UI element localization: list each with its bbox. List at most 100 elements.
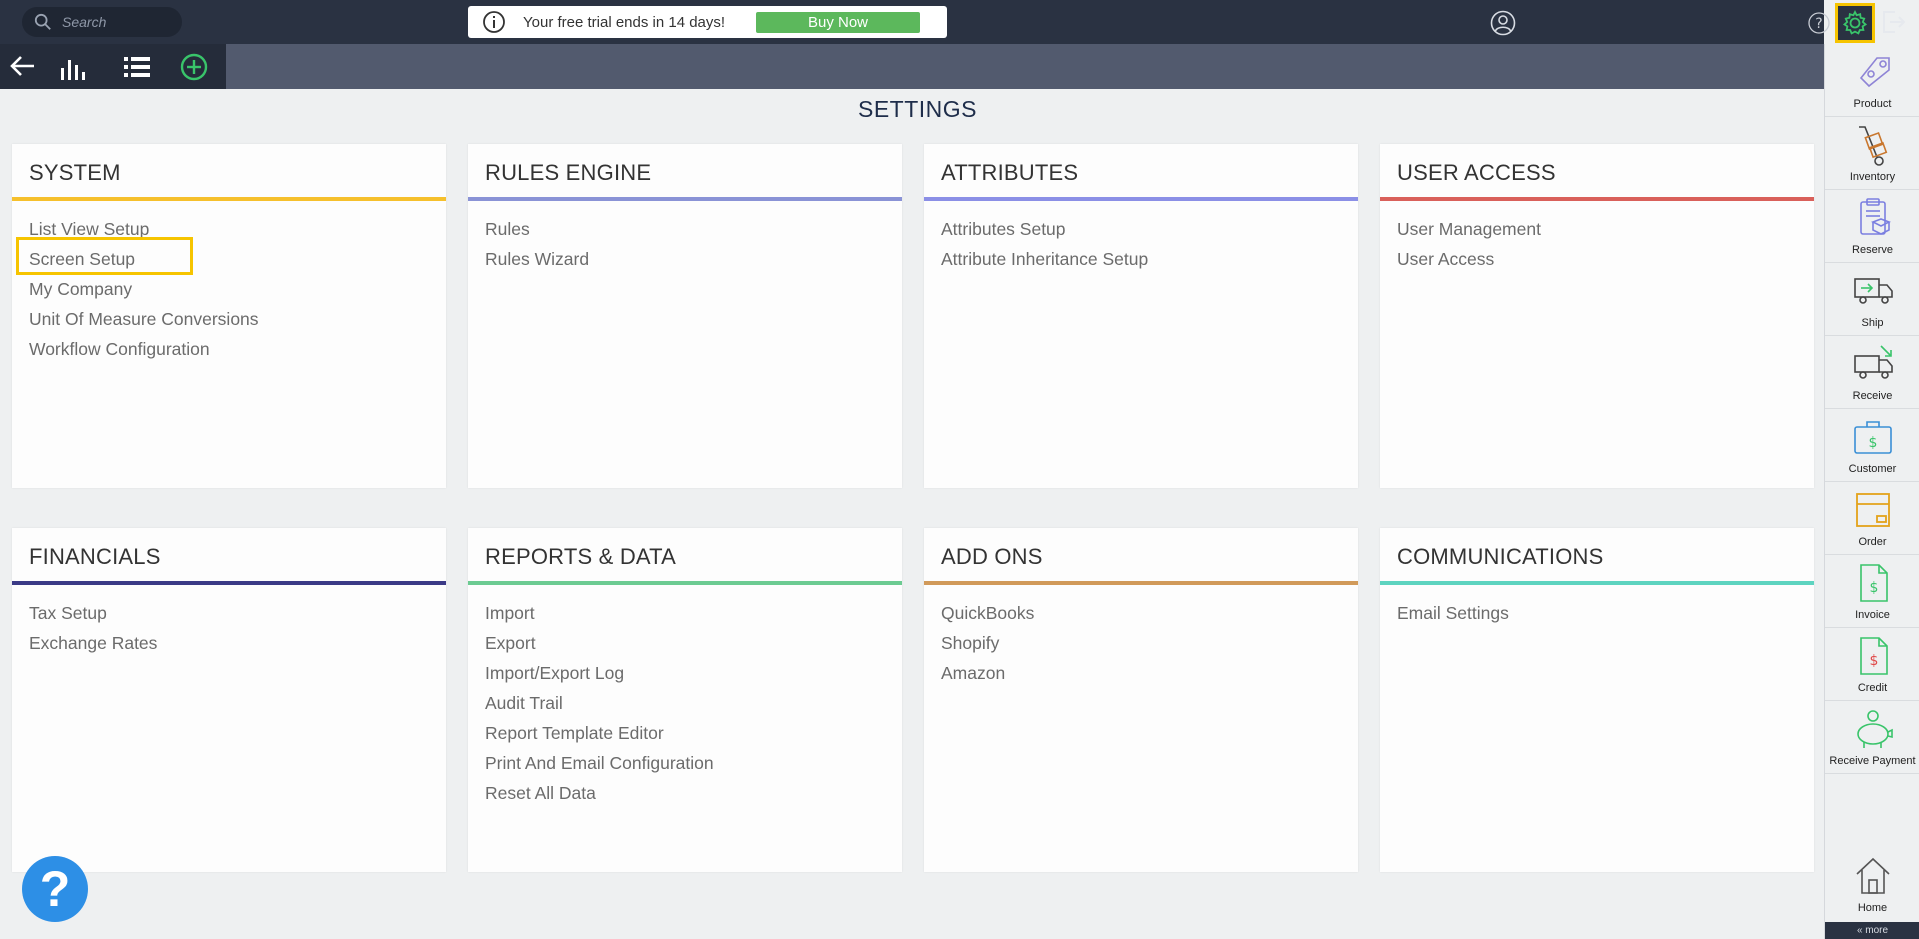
toolbar-actions — [0, 44, 226, 89]
trial-text: Your free trial ends in 14 days! — [523, 13, 726, 31]
sidebar-item-credit[interactable]: $ Credit — [1825, 628, 1919, 701]
settings-card: REPORTS & DATA Import Export Import/Export … — [468, 528, 902, 872]
hand-truck-icon — [1859, 126, 1888, 166]
card-divider — [12, 197, 446, 201]
home-icon — [1856, 857, 1890, 894]
settings-link[interactable]: User Access — [1397, 244, 1541, 274]
search-input[interactable] — [62, 14, 172, 30]
card-divider — [924, 581, 1358, 585]
settings-link[interactable]: Workflow Configuration — [29, 334, 259, 364]
settings-link[interactable]: Amazon — [941, 658, 1034, 688]
sidebar-item-label: Invoice — [1855, 609, 1890, 621]
settings-link[interactable]: Print And Email Configuration — [485, 748, 714, 778]
settings-link[interactable]: Import/Export Log — [485, 658, 714, 688]
sidebar-item-ship[interactable]: Ship — [1825, 263, 1919, 336]
invoice-icon: $ — [1860, 564, 1888, 602]
sidebar-item-product[interactable]: Product — [1825, 44, 1919, 117]
bar-chart-icon[interactable] — [58, 52, 88, 82]
sidebar-item-label: Inventory — [1849, 171, 1896, 183]
card-title: ADD ONS — [941, 544, 1043, 569]
card-title: COMMUNICATIONS — [1397, 544, 1604, 569]
gear-icon — [1842, 9, 1868, 35]
add-circle-icon[interactable] — [179, 52, 209, 82]
sidebar-item-invoice[interactable]: $ Invoice — [1825, 555, 1919, 628]
logout-icon[interactable] — [1881, 10, 1907, 34]
search-box[interactable] — [22, 7, 182, 37]
settings-link[interactable]: Export — [485, 628, 714, 658]
sidebar-item-customer[interactable]: $ Customer — [1825, 409, 1919, 482]
settings-link[interactable]: Shopify — [941, 628, 1034, 658]
settings-link[interactable]: Tax Setup — [29, 598, 157, 628]
card-link-list: QuickBooks Shopify Amazon — [941, 598, 1034, 688]
sidebar-item-label: Credit — [1857, 682, 1888, 694]
card-divider — [1380, 197, 1814, 201]
product-tag-icon — [1859, 57, 1890, 88]
settings-link[interactable]: Email Settings — [1397, 598, 1509, 628]
settings-link[interactable]: Rules Wizard — [485, 244, 589, 274]
truck-in-icon — [1854, 345, 1893, 379]
page-title: SETTINGS — [857, 96, 977, 122]
settings-link[interactable]: Audit Trail — [485, 688, 714, 718]
sidebar-item-label: Home — [1857, 902, 1888, 914]
settings-card: USER ACCESS User Management User Access — [1380, 144, 1814, 488]
box-icon — [1856, 493, 1890, 527]
sidebar-item-inventory[interactable]: Inventory — [1825, 117, 1919, 190]
sub-toolbar — [0, 44, 1824, 89]
card-divider — [468, 197, 902, 201]
user-profile-icon[interactable] — [1490, 10, 1516, 36]
settings-link[interactable]: My Company — [29, 274, 259, 304]
settings-link[interactable]: QuickBooks — [941, 598, 1034, 628]
card-link-list: Attributes Setup Attribute Inheritance Se… — [941, 214, 1148, 274]
settings-link[interactable]: Attributes Setup — [941, 214, 1148, 244]
sidebar-item-label: Reserve — [1852, 244, 1893, 256]
settings-button[interactable] — [1835, 3, 1875, 43]
more-link[interactable]: « more — [1825, 922, 1919, 939]
card-title: REPORTS & DATA — [485, 544, 677, 569]
sidebar-item-label: Receive Payment — [1829, 755, 1916, 767]
list-view-icon[interactable] — [122, 52, 152, 82]
card-link-list: Tax Setup Exchange Rates — [29, 598, 157, 658]
trial-banner: Your free trial ends in 14 days! Buy Now — [468, 6, 947, 38]
help-icon[interactable]: ? — [1808, 12, 1830, 34]
buy-now-button[interactable]: Buy Now — [756, 12, 920, 33]
sidebar-item-order[interactable]: Order — [1825, 482, 1919, 555]
settings-card: ADD ONS QuickBooks Shopify Amazon — [924, 528, 1358, 872]
sidebar-item-reserve[interactable]: Reserve — [1825, 190, 1919, 263]
settings-link[interactable]: Rules — [485, 214, 589, 244]
settings-card: RULES ENGINE Rules Rules Wizard — [468, 144, 902, 488]
card-divider — [1380, 581, 1814, 585]
settings-link[interactable]: Report Template Editor — [485, 718, 714, 748]
card-link-list: Email Settings — [1397, 598, 1509, 628]
settings-link[interactable]: Reset All Data — [485, 778, 714, 808]
sidebar-item-label: Order — [1858, 536, 1887, 548]
sidebar-item-label: Customer — [1848, 463, 1897, 475]
settings-link[interactable]: Import — [485, 598, 714, 628]
sidebar-item-receive[interactable]: Receive — [1825, 336, 1919, 409]
svg-text:$: $ — [1869, 435, 1878, 451]
sidebar-item-label: Ship — [1861, 317, 1884, 329]
sidebar-item-label: Product — [1853, 98, 1892, 110]
sidebar-item-home[interactable]: Home — [1825, 852, 1919, 922]
briefcase-dollar-icon: $ — [1854, 421, 1892, 454]
sidebar-item-receive-payment[interactable]: Receive Payment — [1825, 701, 1919, 774]
sidebar-item-label: Receive — [1852, 390, 1893, 402]
truck-out-icon — [1854, 278, 1893, 304]
svg-text:$: $ — [1870, 653, 1879, 669]
settings-link[interactable]: Exchange Rates — [29, 628, 157, 658]
settings-card: SYSTEM List View Setup Screen Setup My Comp… — [12, 144, 446, 488]
settings-card: ATTRIBUTES Attributes Setup Attribute Inhe… — [924, 144, 1358, 488]
credit-icon: $ — [1860, 637, 1888, 675]
settings-card: COMMUNICATIONS Email Settings — [1380, 528, 1814, 872]
card-divider — [468, 581, 902, 585]
card-link-list: Rules Rules Wizard — [485, 214, 589, 274]
card-title: ATTRIBUTES — [941, 160, 1079, 185]
settings-link[interactable]: User Management — [1397, 214, 1541, 244]
top-bar: Your free trial ends in 14 days! Buy Now… — [0, 0, 1906, 44]
settings-link[interactable]: Attribute Inheritance Setup — [941, 244, 1148, 274]
back-arrow-icon[interactable] — [8, 52, 36, 80]
settings-link[interactable]: Unit Of Measure Conversions — [29, 304, 259, 334]
clipboard-box-icon — [1860, 198, 1891, 235]
help-chat-button[interactable]: ? — [22, 856, 88, 922]
right-sidebar: Product Inventory Reserve Ship Receive $ Custo… — [1824, 44, 1919, 939]
card-title: FINANCIALS — [29, 544, 161, 569]
